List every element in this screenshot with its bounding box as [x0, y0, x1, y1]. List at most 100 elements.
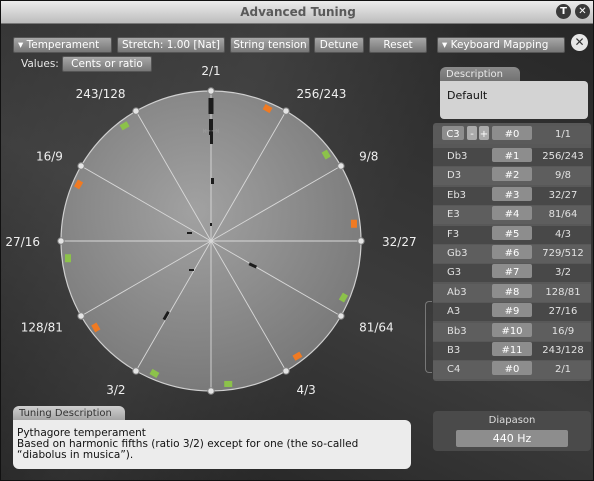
close-window-icon[interactable]: ✕ — [575, 4, 590, 19]
description-panel: Description Default — [434, 63, 592, 125]
root-minus-button[interactable]: - — [467, 126, 477, 140]
row-ratio: 3/2 — [554, 267, 572, 279]
wheel-handle[interactable] — [357, 237, 365, 245]
row-note: F3 — [447, 228, 460, 240]
root-note-selector[interactable]: C3 — [442, 126, 464, 140]
wheel-ratio-label: 81/64 — [359, 321, 394, 335]
drag-arrows-icon[interactable]: ⇤⇥ — [203, 126, 220, 137]
deviation-marker — [350, 219, 357, 228]
root-plus-button[interactable]: + — [479, 126, 489, 140]
wheel-handle[interactable] — [132, 107, 140, 115]
row-note: B3 — [447, 345, 461, 356]
diapason-panel: Diapason 440 Hz — [433, 411, 591, 451]
wheel-handle[interactable] — [207, 387, 215, 395]
row-ratio: 32/27 — [548, 189, 578, 201]
row-ratio: 81/64 — [548, 209, 578, 221]
wheel-handle[interactable] — [207, 87, 215, 95]
wheel-ratio-label: 16/9 — [36, 150, 63, 164]
row-ratio: 4/3 — [554, 228, 572, 240]
table-row[interactable]: D3 #2 9/8 — [433, 167, 591, 186]
wheel-ratio-label: 3/2 — [106, 383, 125, 397]
table-row[interactable]: Ab3 #8 128/81 — [433, 283, 591, 302]
wheel-ratio-label: 243/128 — [76, 87, 126, 101]
tuning-description-box: Pythagore temperament Based on harmonic … — [13, 420, 411, 469]
wheel-handle[interactable] — [282, 107, 290, 115]
row-ratio: 128/81 — [545, 286, 581, 298]
wheel-handle[interactable] — [77, 162, 85, 170]
diapason-label: Diapason — [488, 415, 536, 426]
row-note: C4 — [447, 364, 461, 376]
tuning-wheel[interactable]: 2/1256/2439/832/2781/644/3729/5123/2128/… — [1, 1, 431, 401]
advanced-tuning-window: Advanced Tuning T ✕ ▾ Temperament Stretc… — [0, 0, 594, 481]
row-note: E3 — [447, 209, 460, 221]
wheel-handle[interactable] — [337, 162, 345, 170]
scroll-bracket — [425, 301, 432, 373]
row-ratio: 256/243 — [542, 151, 584, 162]
row-ratio: 27/16 — [548, 306, 578, 318]
diapason-value[interactable]: 440 Hz — [456, 430, 568, 447]
row-index[interactable]: #8 — [492, 283, 532, 298]
row-index[interactable]: #0 — [492, 126, 532, 140]
row-index[interactable]: #4 — [492, 206, 532, 221]
row-index[interactable]: #6 — [492, 245, 532, 259]
wheel-ratio-label: 9/8 — [359, 150, 378, 164]
row-ratio: 1/1 — [554, 129, 572, 140]
table-row: C3 - + #0 1/1 — [433, 126, 591, 144]
row-note: Bb3 — [447, 325, 467, 337]
row-index[interactable]: #9 — [492, 303, 532, 318]
row-ratio: 2/1 — [554, 364, 572, 376]
row-index[interactable]: #1 — [492, 148, 532, 162]
tuning-fork-icon[interactable]: T — [556, 4, 571, 19]
deviation-marker — [224, 380, 233, 387]
tuning-description-line: “diabolus in musica”). — [17, 449, 134, 461]
row-note: G3 — [447, 267, 462, 279]
row-index[interactable]: #7 — [492, 264, 532, 279]
wheel-ratio-label: 32/27 — [382, 235, 417, 249]
wheel-handle[interactable] — [77, 312, 85, 320]
wheel-handle[interactable] — [282, 367, 290, 375]
close-icon[interactable]: ✕ — [571, 34, 588, 51]
row-ratio: 243/128 — [542, 345, 584, 356]
row-ratio: 16/9 — [551, 325, 575, 337]
wheel-ratio-label: 2/1 — [201, 64, 220, 78]
chevron-down-icon: ▾ — [442, 39, 451, 51]
keyboard-mapping-dropdown[interactable]: ▾ Keyboard Mapping — [437, 37, 565, 53]
table-row[interactable]: E3 #4 81/64 — [433, 206, 591, 225]
tuning-description-tab-label: Tuning Description — [19, 408, 112, 419]
table-row[interactable]: B3 #11 243/128 — [433, 342, 591, 360]
table-row[interactable]: Eb3 #3 32/27 — [433, 186, 591, 205]
wheel-ratio-label: 256/243 — [297, 87, 347, 101]
wheel-handle[interactable] — [57, 237, 65, 245]
description-value: Default — [447, 89, 488, 102]
wheel-ratio-label: 128/81 — [21, 321, 63, 335]
deviation-marker — [65, 254, 72, 263]
row-index[interactable]: #3 — [492, 186, 532, 201]
wheel-handle[interactable] — [132, 367, 140, 375]
wheel-ratio-label: 27/16 — [5, 235, 40, 249]
row-note: Db3 — [447, 151, 468, 162]
wheel-ratio-label: 4/3 — [297, 383, 316, 397]
row-ratio: 9/8 — [554, 170, 572, 182]
row-index[interactable]: #11 — [492, 342, 532, 356]
row-note: A3 — [447, 306, 461, 318]
table-row[interactable]: A3 #9 27/16 — [433, 303, 591, 322]
row-index[interactable]: #2 — [492, 167, 532, 182]
row-note: D3 — [447, 170, 462, 182]
keyboard-mapping-label: Keyboard Mapping — [450, 39, 549, 51]
row-index[interactable]: #0 — [492, 361, 532, 376]
table-row[interactable]: Bb3 #10 16/9 — [433, 322, 591, 341]
row-index[interactable]: #5 — [492, 225, 532, 240]
row-index[interactable]: #10 — [492, 322, 532, 337]
row-note: Ab3 — [447, 286, 467, 298]
row-note: Eb3 — [447, 189, 467, 201]
table-row[interactable]: Db3 #1 256/243 — [433, 148, 591, 166]
wheel-handle[interactable] — [337, 312, 345, 320]
description-field[interactable]: Default — [440, 81, 588, 119]
row-note: Gb3 — [447, 248, 468, 259]
row-ratio: 729/512 — [542, 248, 584, 259]
table-row[interactable]: G3 #7 3/2 — [433, 264, 591, 283]
table-row[interactable]: Gb3 #6 729/512 — [433, 245, 591, 263]
table-row[interactable]: F3 #5 4/3 — [433, 225, 591, 244]
table-row[interactable]: C4 #0 2/1 — [433, 361, 591, 380]
note-mapping-table: C3 - + #0 1/1 Db3 #1 256/243 D3 #2 9/8 Eb3 #3 32… — [433, 123, 591, 381]
